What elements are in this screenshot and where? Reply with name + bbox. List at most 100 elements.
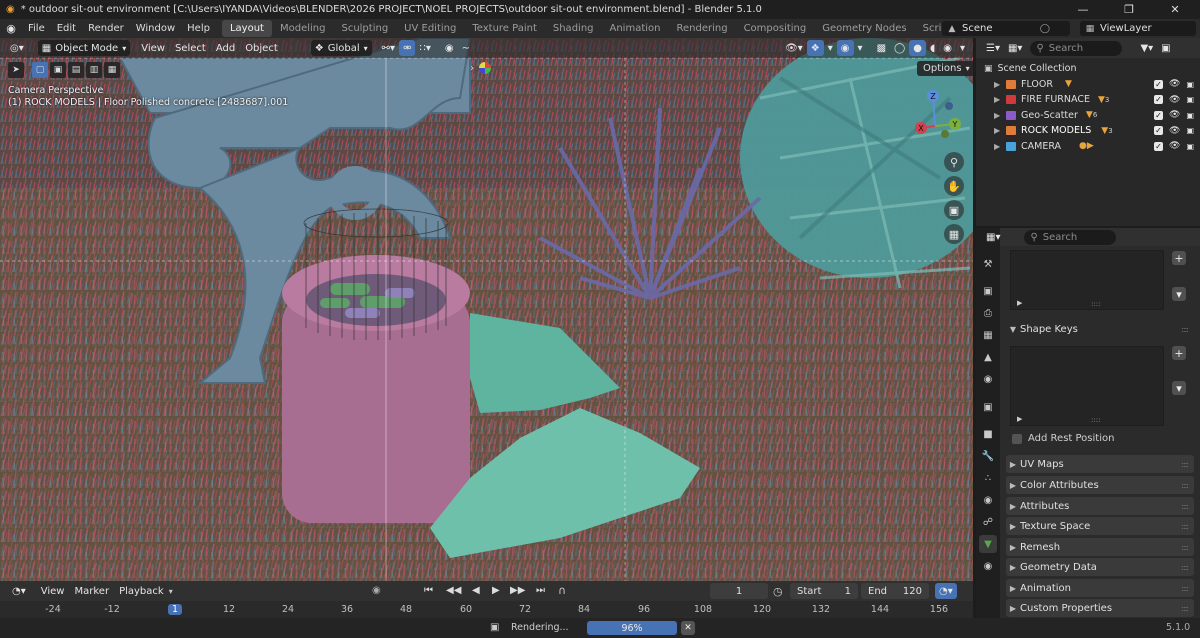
collection-tab-icon[interactable]: ▣ xyxy=(979,398,997,416)
texture-space-panel[interactable]: ▶ Texture Space :::: xyxy=(1006,517,1194,535)
start-frame-field[interactable]: Start 1 xyxy=(790,583,858,599)
vertex-group-menu-button[interactable]: ▾ xyxy=(1172,287,1186,301)
jump-start-icon[interactable]: ⏮ xyxy=(424,585,433,596)
play-reverse-icon[interactable]: ◀ xyxy=(472,585,480,596)
uv-maps-panel[interactable]: ▶ UV Maps :::: xyxy=(1006,455,1194,473)
tab-layout[interactable]: Layout xyxy=(221,20,272,37)
mesh-data-tab-icon[interactable]: ▼ xyxy=(979,535,997,553)
world-tab-icon[interactable]: ◉ xyxy=(979,370,997,388)
panel-grip-icon[interactable]: :::: xyxy=(1181,563,1189,572)
exclude-checkbox[interactable]: ✓ xyxy=(1154,95,1163,105)
menu-window[interactable]: Window xyxy=(130,19,181,38)
object-tab-icon[interactable]: ■ xyxy=(979,425,997,443)
sidebar-toggle-icon[interactable]: › xyxy=(470,63,474,74)
timeline-editor-icon[interactable]: ◔▾ xyxy=(8,583,30,599)
outliner-collection-floor[interactable]: ▶ FLOOR ▼ ✓ 👁 ▣ xyxy=(976,77,1200,93)
timeline-menu-marker[interactable]: Marker xyxy=(69,586,114,597)
tab-sculpting[interactable]: Sculpting xyxy=(333,20,396,37)
options-button[interactable]: Options ▾ xyxy=(917,61,973,76)
tab-rendering[interactable]: Rendering xyxy=(668,20,735,37)
tool-tab-icon[interactable]: ⚒ xyxy=(979,255,997,273)
eye-icon[interactable]: 👁 xyxy=(1169,110,1180,120)
outliner-collection-fire-furnace[interactable]: ▶ FIRE FURNACE ▼ 3 ✓ 👁 ▣ xyxy=(976,92,1200,108)
render-camera-icon[interactable]: ▣ xyxy=(1186,80,1194,89)
playhead-frame[interactable]: 1 xyxy=(167,604,183,615)
outliner-collection-camera[interactable]: ▶ CAMERA ●▶ ✓ 👁 ▣ xyxy=(976,139,1200,155)
tab-texture-paint[interactable]: Texture Paint xyxy=(464,20,545,37)
new-collection-icon[interactable]: ▣ xyxy=(1157,40,1174,56)
timeline-ruler[interactable]: -24 -12 1 12 24 36 48 60 72 84 96 108 12… xyxy=(0,601,973,618)
perspective-toggle-icon[interactable]: ▦ xyxy=(944,224,964,244)
minimize-button[interactable]: — xyxy=(1060,0,1106,19)
pivot-icon[interactable]: ⚯▾ xyxy=(378,40,399,56)
render-camera-icon[interactable]: ▣ xyxy=(1186,111,1194,120)
scene-collection-row[interactable]: ▣ Scene Collection xyxy=(976,61,1200,77)
expand-arrow-icon[interactable]: ▶ xyxy=(994,111,1004,120)
exclude-checkbox[interactable]: ✓ xyxy=(1154,126,1163,136)
keying-icon[interactable]: ◉ xyxy=(372,585,381,596)
zoom-icon[interactable]: ⚲ xyxy=(944,152,964,172)
snap-target-icon[interactable]: ∷▾ xyxy=(415,40,434,56)
render-camera-icon[interactable]: ▣ xyxy=(1186,142,1194,151)
constraints-tab-icon[interactable]: ☍ xyxy=(979,513,997,531)
render-camera-icon[interactable]: ▣ xyxy=(1186,95,1194,104)
render-tab-icon[interactable]: ▣ xyxy=(979,282,997,300)
panel-grip-icon[interactable]: :::: xyxy=(1181,460,1189,469)
timeline-options-icon[interactable]: ◔▾ xyxy=(935,583,957,599)
select-invert-icon[interactable]: ▥ xyxy=(86,62,102,78)
filter-icon[interactable]: ▼▾ xyxy=(1136,40,1157,56)
proportional-edit-icon[interactable]: ◉ xyxy=(441,40,458,56)
rendered-shading-icon[interactable]: ◉ xyxy=(939,40,956,56)
gizmo-toggle-icon[interactable]: ❖ xyxy=(806,40,824,56)
outliner-editor-icon[interactable]: ☰▾ xyxy=(982,40,1004,56)
tweak-tool-icon[interactable]: ➤ xyxy=(8,62,24,78)
modifier-tab-icon[interactable]: 🔧 xyxy=(979,447,997,465)
maximize-button[interactable]: ❐ xyxy=(1106,0,1152,19)
scene-tab-icon[interactable]: ▲ xyxy=(979,348,997,366)
tab-geometry-nodes[interactable]: Geometry Nodes xyxy=(814,20,914,37)
snap-toggle-icon[interactable]: ⚮ xyxy=(399,40,416,56)
viewport-menu-select[interactable]: Select xyxy=(170,43,211,54)
auto-keying-icon[interactable]: ∩ xyxy=(558,584,566,597)
panel-grip-icon[interactable]: :::: xyxy=(1181,502,1189,511)
menu-help[interactable]: Help xyxy=(181,19,216,38)
display-mode-icon[interactable]: ▦▾ xyxy=(1004,40,1026,56)
cancel-render-button[interactable]: ✕ xyxy=(681,621,695,635)
panel-grip-icon[interactable]: :::: xyxy=(1181,522,1189,531)
navigation-gizmo[interactable]: Z Y X xyxy=(905,88,971,154)
menu-file[interactable]: File xyxy=(22,19,51,38)
eye-icon[interactable]: 👁 xyxy=(1169,95,1180,105)
viewport-menu-add[interactable]: Add xyxy=(211,43,240,54)
material-tab-icon[interactable]: ◉ xyxy=(979,557,997,575)
select-subtract-icon[interactable]: ▤ xyxy=(68,62,84,78)
transform-orientation[interactable]: ❖ Global ▾ xyxy=(310,40,372,56)
tab-uv-editing[interactable]: UV Editing xyxy=(396,20,464,37)
wireframe-shading-icon[interactable]: ◯ xyxy=(890,40,909,56)
tab-shading[interactable]: Shading xyxy=(545,20,602,37)
blender-menu-icon[interactable]: ◉ xyxy=(0,22,22,35)
scene-selector[interactable]: ▲ Scene ◯ xyxy=(942,21,1070,36)
close-button[interactable]: ✕ xyxy=(1152,0,1198,19)
panel-grip-icon[interactable]: :::: xyxy=(1181,584,1189,593)
attributes-panel[interactable]: ▶ Attributes :::: xyxy=(1006,497,1194,515)
add-rest-position-checkbox[interactable] xyxy=(1012,433,1022,444)
select-extend-icon[interactable]: ▣ xyxy=(50,62,66,78)
remesh-panel[interactable]: ▶ Remesh :::: xyxy=(1006,538,1194,556)
vertex-groups-list[interactable]: ▶ :::: xyxy=(1010,250,1164,310)
exclude-checkbox[interactable]: ✓ xyxy=(1154,110,1163,120)
select-new-icon[interactable]: ▢ xyxy=(32,62,48,78)
gizmo-dropdown-icon[interactable]: ▾ xyxy=(824,40,837,56)
properties-search[interactable]: ⚲ Search xyxy=(1024,229,1117,245)
shading-dropdown-icon[interactable]: ▾ xyxy=(956,40,969,56)
panel-grip-icon[interactable]: :::: xyxy=(1181,543,1189,552)
3d-viewport[interactable]: ◎▾ ▦ Object Mode ▾ View Select Add Objec… xyxy=(0,38,973,581)
menu-render[interactable]: Render xyxy=(82,19,130,38)
menu-edit[interactable]: Edit xyxy=(51,19,82,38)
render-camera-icon[interactable]: ▣ xyxy=(1186,126,1194,135)
add-rest-position-option[interactable]: Add Rest Position xyxy=(1012,433,1114,444)
expand-arrow-icon[interactable]: ▶ xyxy=(994,126,1004,135)
material-shading-icon[interactable]: ◖ xyxy=(926,40,939,56)
viewport-scene[interactable] xyxy=(0,38,973,581)
outliner-search[interactable]: ⚲ Search xyxy=(1030,40,1123,56)
physics-tab-icon[interactable]: ◉ xyxy=(979,491,997,509)
